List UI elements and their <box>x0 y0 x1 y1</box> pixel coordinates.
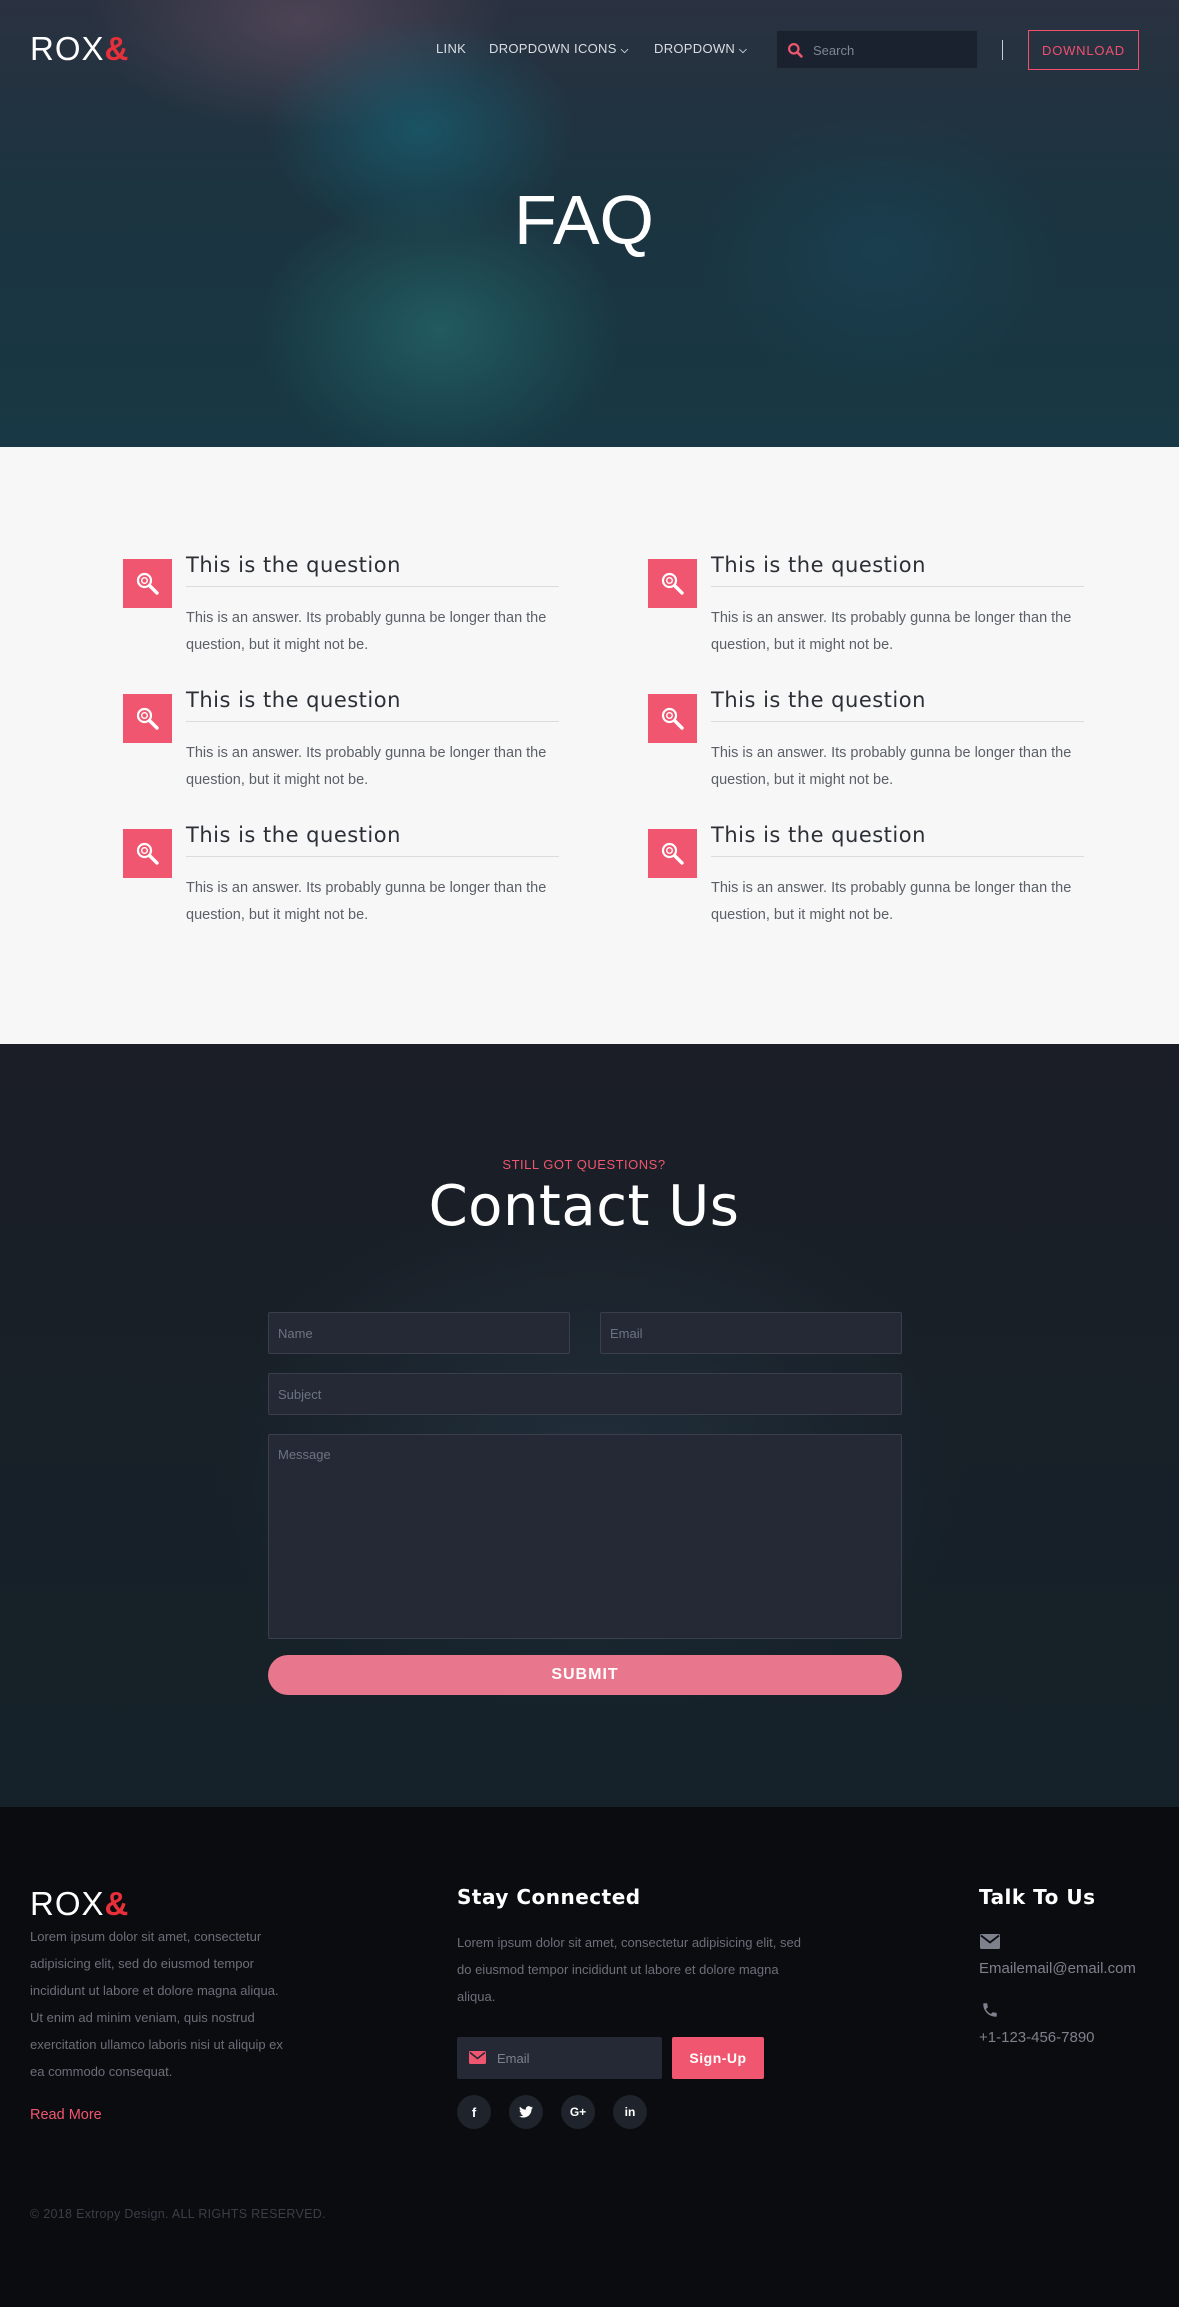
search-icon <box>648 694 697 743</box>
contact-title: Contact Us <box>428 1174 740 1239</box>
faq-item: This is the question This is an answer. … <box>123 688 559 804</box>
faq-answer: This is an answer. Its probably gunna be… <box>711 610 1072 653</box>
phone-icon <box>983 2003 997 2017</box>
name-field[interactable] <box>268 1312 570 1354</box>
signup-button[interactable]: Sign-Up <box>672 2037 764 2079</box>
nav-link-label: LINK <box>436 41 467 56</box>
faq-item: This is the question This is an answer. … <box>123 553 559 669</box>
search-icon <box>648 829 697 878</box>
faq-answer: This is an answer. Its probably gunna be… <box>711 745 1072 788</box>
faq-section: This is the question This is an answer. … <box>0 447 1179 1044</box>
contact-section: STILL GOT QUESTIONS? Contact Us SUBMIT <box>0 1044 1179 1807</box>
faq-question: This is the question <box>711 823 1084 857</box>
envelope-icon <box>980 1934 1000 1949</box>
chevron-down-icon: ⌵ <box>739 45 748 56</box>
faq-item: This is the question This is an answer. … <box>648 688 1084 804</box>
footer-about: Lorem ipsum dolor sit amet, consectetur … <box>30 1929 283 2079</box>
faq-item: This is the question This is an answer. … <box>123 823 559 939</box>
newsletter-email-input[interactable] <box>497 2048 652 2068</box>
facebook-glyph: f <box>471 2104 477 2120</box>
faq-question: This is the question <box>711 688 1084 722</box>
footer-logo[interactable]: ROX& <box>30 1885 129 1923</box>
faq-question: This is the question <box>711 553 1084 587</box>
search-input[interactable] <box>813 40 968 60</box>
faq-item: This is the question This is an answer. … <box>648 823 1084 939</box>
nav-dropdown-label: DROPDOWN <box>654 41 736 56</box>
contact-eyebrow: STILL GOT QUESTIONS? <box>502 1157 666 1172</box>
search-box <box>776 30 978 69</box>
chevron-down-icon: ⌵ <box>620 45 629 56</box>
twitter-bird-icon <box>519 2106 533 2118</box>
google-plus-glyph: G+ <box>569 2105 587 2119</box>
logo-ampersand: & <box>104 1885 130 1922</box>
hero-section: ROX& LINK DROPDOWN ICONS⌵ DROPDOWN⌵ DOWN… <box>0 0 1179 447</box>
footer-phone[interactable]: +1-123-456-7890 <box>979 2029 1095 2046</box>
logo[interactable]: ROX& <box>30 30 129 68</box>
faq-answer: This is an answer. Its probably gunna be… <box>186 880 547 923</box>
envelope-icon <box>469 2051 486 2064</box>
faq-answer: This is an answer. Its probably gunna be… <box>186 610 547 653</box>
logo-text: ROX <box>30 1885 105 1922</box>
google-plus-icon[interactable]: G+ <box>561 2095 595 2129</box>
message-field[interactable] <box>268 1434 902 1639</box>
subject-field[interactable] <box>268 1373 902 1415</box>
nav-link[interactable]: LINK <box>436 41 466 56</box>
twitter-icon[interactable] <box>509 2095 543 2129</box>
faq-answer: This is an answer. Its probably gunna be… <box>186 745 547 788</box>
newsletter-box <box>457 2037 662 2079</box>
search-icon <box>648 559 697 608</box>
footer-email[interactable]: Emailemail@email.com <box>979 1960 1136 1977</box>
faq-question: This is the question <box>186 553 559 587</box>
faq-item: This is the question This is an answer. … <box>648 553 1084 669</box>
nav-dropdown-icons-label: DROPDOWN ICONS <box>489 41 617 56</box>
faq-question: This is the question <box>186 823 559 857</box>
submit-button[interactable]: SUBMIT <box>268 1655 902 1695</box>
search-icon <box>788 43 803 58</box>
footer: ROX& Lorem ipsum dolor sit amet, consect… <box>0 1807 1179 2307</box>
copyright: © 2018 Extropy Design. ALL RIGHTS RESERV… <box>30 2207 326 2221</box>
page-title: FAQ <box>513 181 655 259</box>
faq-question: This is the question <box>186 688 559 722</box>
logo-ampersand: & <box>104 30 130 67</box>
faq-answer: This is an answer. Its probably gunna be… <box>711 880 1072 923</box>
talk-to-us-heading: Talk To Us <box>979 1885 1096 1909</box>
linkedin-glyph: in <box>624 2105 636 2119</box>
facebook-icon[interactable]: f <box>457 2095 491 2129</box>
search-icon <box>123 694 172 743</box>
stay-connected-text: Lorem ipsum dolor sit amet, consectetur … <box>457 1935 801 2004</box>
stay-connected-heading: Stay Connected <box>457 1885 641 1909</box>
nav-dropdown[interactable]: DROPDOWN ⌵ <box>654 41 747 56</box>
search-icon <box>123 829 172 878</box>
email-field[interactable] <box>600 1312 902 1354</box>
logo-text: ROX <box>30 30 105 67</box>
read-more-link[interactable]: Read More <box>30 2107 102 2123</box>
nav-divider <box>1002 40 1003 60</box>
nav-dropdown-icons[interactable]: DROPDOWN ICONS ⌵ <box>489 41 629 56</box>
search-icon <box>123 559 172 608</box>
download-button[interactable]: DOWNLOAD <box>1028 30 1139 70</box>
linkedin-icon[interactable]: in <box>613 2095 647 2129</box>
